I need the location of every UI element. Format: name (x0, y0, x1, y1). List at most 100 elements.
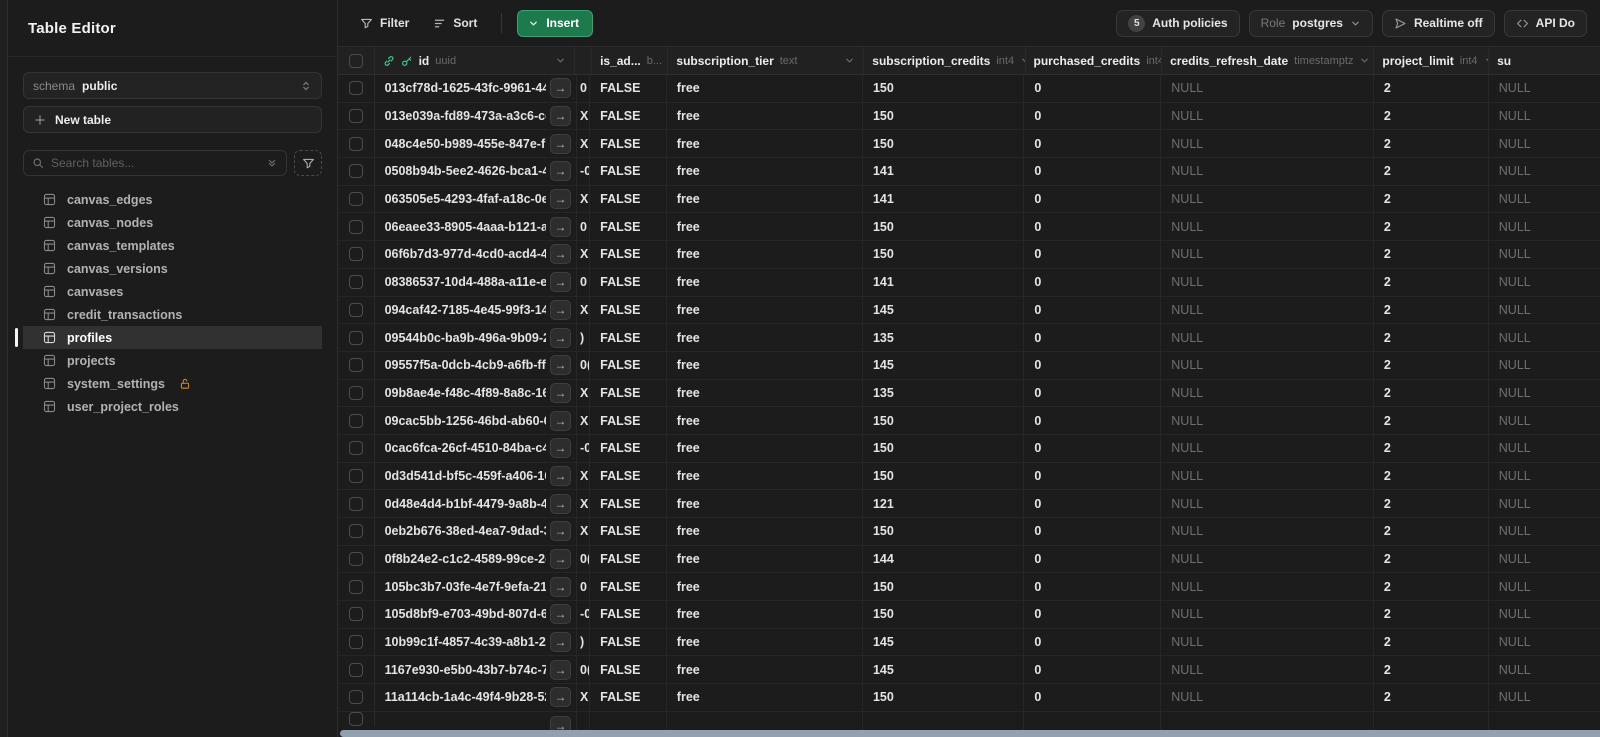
expand-row-button[interactable]: → (550, 327, 572, 348)
cell-frag[interactable]: -0 (577, 158, 591, 185)
cell-refresh[interactable]: NULL (1161, 213, 1374, 241)
cell-tier[interactable]: free (667, 434, 863, 462)
column-header-purchased-credits[interactable]: purchased_credits int4 (1026, 47, 1163, 74)
cell-sub_credits[interactable]: 150 (863, 213, 1025, 241)
cell-limit[interactable]: 2 (1374, 379, 1489, 407)
cell-sub_credits[interactable]: 150 (863, 684, 1025, 711)
expand-row-button[interactable]: → (550, 604, 572, 625)
cell-tier[interactable]: free (667, 185, 863, 213)
cell-last[interactable]: NULL (1489, 546, 1600, 573)
cell-last[interactable]: NULL (1489, 352, 1600, 379)
cell-frag[interactable]: 0 (577, 75, 591, 102)
cell-tier[interactable]: free (667, 130, 863, 158)
cell-id[interactable]: 09cac5bb-1256-46bd-ab60-64ed... → (375, 407, 578, 434)
cell-purchased[interactable]: 0 (1024, 213, 1162, 241)
cell-is_admin[interactable]: FALSE (590, 324, 667, 351)
cell-refresh[interactable]: NULL (1161, 601, 1374, 628)
sidebar-item-canvas_edges[interactable]: canvas_edges (23, 188, 322, 211)
row-checkbox[interactable] (348, 413, 363, 428)
cell-limit[interactable]: 2 (1374, 434, 1489, 462)
cell-last[interactable]: NULL (1489, 601, 1600, 628)
expand-row-button[interactable]: → (550, 465, 572, 486)
auth-policies-button[interactable]: 5 Auth policies (1116, 9, 1240, 37)
cell-refresh[interactable]: NULL (1161, 75, 1374, 102)
expand-row-button[interactable]: → (550, 521, 572, 542)
sidebar-item-system_settings[interactable]: system_settings (23, 372, 322, 395)
cell-frag[interactable]: X (577, 296, 591, 324)
cell-sub_credits[interactable]: 121 (863, 490, 1025, 517)
cell-sub_credits[interactable]: 150 (863, 241, 1025, 268)
cell-is_admin[interactable]: FALSE (590, 490, 667, 517)
cell-sub_credits[interactable]: 135 (863, 324, 1025, 351)
row-checkbox[interactable] (348, 635, 363, 650)
filter-button[interactable]: Filter (351, 11, 418, 35)
cell-limit[interactable]: 2 (1374, 490, 1489, 517)
cell-last[interactable]: NULL (1489, 75, 1600, 102)
sort-button[interactable]: Sort (424, 11, 486, 35)
cell-is_admin[interactable]: FALSE (590, 379, 667, 407)
cell-refresh[interactable]: NULL (1161, 434, 1374, 462)
cell-limit[interactable]: 2 (1374, 573, 1489, 601)
cell-frag[interactable]: X (577, 684, 591, 711)
cell-sub_credits[interactable]: 150 (863, 518, 1025, 545)
cell-refresh[interactable]: NULL (1161, 102, 1374, 130)
cell-sub_credits[interactable]: 150 (863, 462, 1025, 490)
cell-frag[interactable]: X (577, 185, 591, 213)
chevron-down-icon[interactable] (844, 55, 855, 66)
cell-limit[interactable]: 2 (1374, 407, 1489, 434)
cell-frag[interactable]: 0 (577, 213, 591, 241)
row-checkbox[interactable] (348, 192, 363, 207)
cell-limit[interactable]: 2 (1374, 75, 1489, 102)
cell-id[interactable]: 105bc3b7-03fe-4e7f-9efa-21bb40...→ (375, 573, 578, 601)
cell-sub_credits[interactable]: 150 (863, 601, 1025, 628)
cell-limit[interactable]: 2 (1374, 462, 1489, 490)
cell-is_admin[interactable]: FALSE (590, 351, 667, 379)
sidebar-item-user_project_roles[interactable]: user_project_roles (23, 395, 322, 418)
cell-purchased[interactable]: 0 (1024, 324, 1162, 351)
cell-frag[interactable]: X (577, 379, 591, 407)
cell-limit[interactable]: 2 (1374, 351, 1489, 379)
cell-purchased[interactable]: 0 (1024, 296, 1162, 324)
cell-tier[interactable]: free (667, 601, 863, 628)
cell-limit[interactable]: 2 (1374, 296, 1489, 324)
row-checkbox[interactable] (348, 385, 363, 400)
cell-id[interactable]: 105d8bf9-e703-49bd-807d-645e... → (375, 601, 578, 628)
cell-tier[interactable]: free (667, 684, 863, 711)
cell-frag[interactable]: -0 (577, 601, 591, 628)
cell-frag[interactable]: 0( (577, 656, 591, 684)
realtime-toggle-button[interactable]: Realtime off (1381, 9, 1495, 37)
cell-last[interactable]: NULL (1489, 629, 1600, 656)
cell-is_admin[interactable]: FALSE (590, 241, 667, 268)
cell-last[interactable]: NULL (1489, 573, 1600, 600)
cell-tier[interactable]: free (667, 407, 863, 434)
cell-id[interactable]: 048c4e50-b989-455e-847e-fb2f... → (375, 130, 578, 158)
chevron-down-icon[interactable] (1359, 55, 1370, 66)
cell-last[interactable]: NULL (1489, 213, 1600, 240)
cell-frag[interactable]: 0 (577, 268, 591, 296)
cell-id[interactable]: 06eaee33-8905-4aaa-b121-ab552... → (375, 213, 578, 241)
cell-purchased[interactable]: 0 (1024, 75, 1162, 102)
cell-last[interactable]: NULL (1489, 490, 1600, 517)
cell-tier[interactable]: free (667, 75, 863, 102)
row-checkbox[interactable] (348, 219, 363, 234)
cell-refresh[interactable]: NULL (1161, 490, 1374, 517)
cell-id[interactable]: 013cf78d-1625-43fc-9961-442189... → (375, 75, 578, 102)
cell-sub_credits[interactable]: 144 (863, 545, 1025, 573)
cell-purchased[interactable]: 0 (1024, 545, 1162, 573)
cell-is_admin[interactable]: FALSE (590, 518, 667, 545)
column-header-id[interactable]: id uuid (375, 47, 576, 74)
cell-is_admin[interactable]: FALSE (590, 628, 667, 656)
cell-refresh[interactable]: NULL (1161, 573, 1374, 601)
cell-id[interactable]: 09544b0c-ba9b-496a-9b09-244... → (375, 324, 578, 351)
cell-purchased[interactable]: 0 (1024, 628, 1162, 656)
cell-limit[interactable]: 2 (1374, 601, 1489, 628)
cell-purchased[interactable]: 0 (1024, 102, 1162, 130)
cell-id[interactable]: 0d48e4d4-b1bf-4479-9a8b-4a4b... → (375, 490, 578, 517)
cell-purchased[interactable]: 0 (1024, 490, 1162, 517)
cell-is_admin[interactable]: FALSE (590, 407, 667, 434)
cell-last[interactable]: NULL (1489, 241, 1600, 268)
cell-id[interactable]: 0d3d541d-bf5c-459f-a406-16b93... → (375, 462, 578, 490)
cell-id[interactable]: 1167e930-e5b0-43b7-b74c-788c9... → (375, 656, 578, 684)
row-checkbox[interactable] (348, 441, 363, 456)
expand-row-button[interactable]: → (550, 244, 572, 265)
